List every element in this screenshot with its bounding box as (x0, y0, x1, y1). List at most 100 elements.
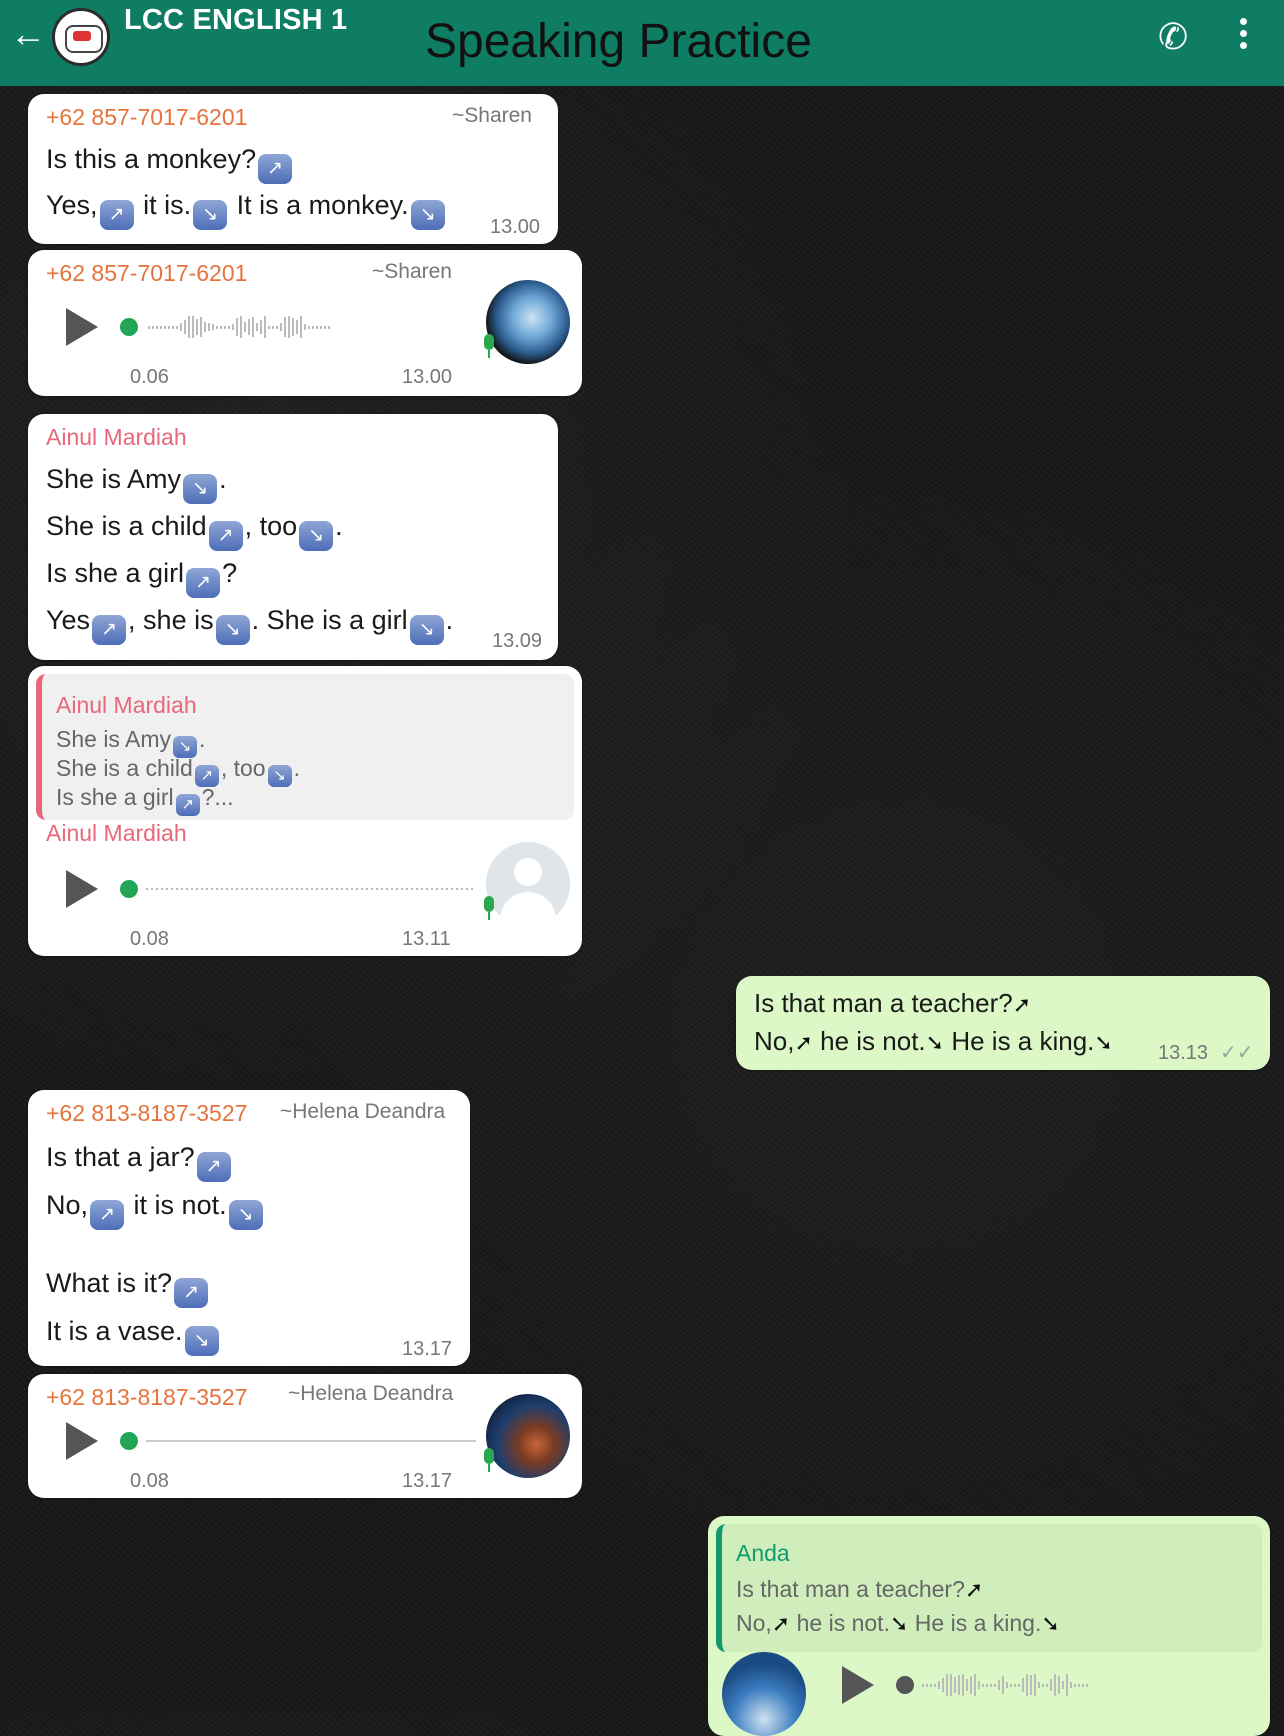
outgoing-message-bubble[interactable]: Is that man a teacher?➚ No,➚ he is not.➘… (736, 976, 1270, 1070)
falling-arrow-icon: ➘ (1041, 1611, 1060, 1636)
audio-track[interactable] (146, 1440, 476, 1442)
voice-message-bubble[interactable]: +62 813-8187-3527 ~Helena Deandra 0.08 1… (28, 1374, 582, 1498)
rising-intonation-icon: ↗ (92, 615, 127, 645)
sender-alias: ~Sharen (452, 104, 532, 127)
play-icon[interactable] (66, 308, 98, 346)
quoted-message[interactable]: Anda Is that man a teacher?➚ No,➚ he is … (716, 1524, 1262, 1652)
falling-intonation-icon: ↘ (228, 1200, 263, 1230)
playback-position-dot[interactable] (120, 318, 138, 336)
sender-number[interactable]: +62 857-7017-6201 (46, 260, 247, 287)
message-text: Is she a girl ↗? (46, 558, 237, 598)
rising-arrow-icon: ➚ (1012, 992, 1032, 1017)
rising-arrow-icon: ➚ (964, 1577, 984, 1602)
message-text: Is that man a teacher?➚ (754, 988, 1032, 1018)
falling-intonation-icon: ↘ (267, 765, 292, 787)
group-name[interactable]: LCC ENGLISH 1 (124, 4, 347, 37)
quoted-text: She is a child ↗, too ↘. (56, 755, 300, 787)
message-text: Is that a jar? ↗ (46, 1142, 233, 1182)
message-text: She is a child ↗, too ↘. (46, 511, 343, 551)
sender-alias: ~Helena Deandra (288, 1382, 454, 1405)
sender-alias: ~Sharen (372, 260, 452, 283)
outgoing-voice-message-bubble[interactable]: Anda Is that man a teacher?➚ No,➚ he is … (708, 1516, 1270, 1736)
sender-number[interactable]: +62 813-8187-3527 (46, 1100, 247, 1127)
falling-intonation-icon: ↘ (184, 1326, 219, 1356)
message-bubble[interactable]: Ainul Mardiah She is Amy ↘. She is a chil… (28, 414, 558, 660)
falling-arrow-icon: ➘ (1094, 1030, 1113, 1055)
message-time: 13.13 (1158, 1042, 1209, 1064)
quoted-sender: Ainul Mardiah (56, 692, 197, 718)
rising-intonation-icon: ↗ (99, 200, 134, 230)
message-time: 13.17 (402, 1470, 453, 1492)
audio-track[interactable] (146, 888, 476, 890)
more-vert-icon[interactable] (1240, 18, 1248, 54)
message-time: 13.17 (402, 1338, 453, 1360)
rising-intonation-icon: ↗ (186, 568, 221, 598)
message-text: She is Amy ↘. (46, 464, 227, 504)
playback-position-dot[interactable] (896, 1676, 914, 1694)
back-arrow-icon[interactable]: ← (10, 16, 46, 52)
rising-intonation-icon: ↗ (196, 1152, 231, 1182)
sender-name[interactable]: Ainul Mardiah (46, 424, 187, 451)
my-avatar[interactable] (722, 1652, 806, 1736)
play-icon[interactable] (66, 870, 98, 908)
falling-intonation-icon: ↘ (215, 615, 250, 645)
group-avatar[interactable] (52, 8, 110, 66)
sender-name[interactable]: Ainul Mardiah (46, 820, 187, 847)
falling-intonation-icon: ↘ (183, 474, 218, 504)
message-text: Yes ↗, she is ↘. She is a girl ↘. (46, 605, 453, 645)
message-text: No, ↗ it is not. ↘ (46, 1190, 265, 1230)
message-bubble[interactable]: +62 857-7017-6201 ~Sharen Is this a monk… (28, 94, 558, 244)
falling-intonation-icon: ↘ (410, 200, 445, 230)
falling-intonation-icon: ↘ (409, 615, 444, 645)
message-time: 13.09 (492, 630, 543, 652)
sender-avatar[interactable] (486, 1394, 570, 1478)
page-title: Speaking Practice (425, 15, 812, 68)
microphone-icon (484, 1448, 494, 1472)
sender-avatar[interactable] (486, 280, 570, 364)
quoted-text: She is Amy ↘. (56, 726, 205, 758)
voice-duration: 0.06 (130, 366, 169, 388)
message-time: 13.00 (490, 216, 541, 238)
rising-intonation-icon: ↗ (258, 154, 293, 184)
quoted-text: Is that man a teacher?➚ (736, 1576, 984, 1602)
rising-intonation-icon: ↗ (208, 521, 243, 551)
voice-message-bubble[interactable]: +62 857-7017-6201 ~Sharen 0.06 13.00 (28, 250, 582, 396)
falling-intonation-icon: ↘ (193, 200, 228, 230)
quoted-message[interactable]: Ainul Mardiah She is Amy ↘. She is a chil… (36, 674, 574, 820)
add-call-icon[interactable]: ✆ (1158, 16, 1188, 58)
message-text: No,➚ he is not.➘ He is a king.➘ (754, 1026, 1113, 1056)
playback-position-dot[interactable] (120, 880, 138, 898)
rising-arrow-icon: ➚ (771, 1611, 791, 1636)
voice-duration: 0.08 (130, 928, 169, 950)
default-avatar-icon[interactable] (486, 842, 570, 926)
message-bubble[interactable]: +62 813-8187-3527 ~Helena Deandra Is tha… (28, 1090, 470, 1366)
audio-waveform[interactable] (148, 314, 330, 340)
audio-waveform[interactable] (922, 1672, 1088, 1698)
rising-intonation-icon: ↗ (90, 1200, 125, 1230)
falling-arrow-icon: ➘ (925, 1030, 945, 1055)
microphone-icon (484, 334, 494, 358)
playback-position-dot[interactable] (120, 1432, 138, 1450)
play-icon[interactable] (66, 1422, 98, 1460)
sender-number[interactable]: +62 857-7017-6201 (46, 104, 247, 131)
play-icon[interactable] (842, 1666, 874, 1704)
quoted-text: No,➚ he is not.➘ He is a king.➘ (736, 1610, 1060, 1636)
falling-intonation-icon: ↘ (299, 521, 334, 551)
rising-intonation-icon: ↗ (174, 1278, 209, 1308)
chat-header: ← LCC ENGLISH 1 Speaking Practice ✆ (0, 0, 1284, 86)
falling-arrow-icon: ➘ (889, 1611, 909, 1636)
sender-alias: ~Helena Deandra (280, 1100, 446, 1123)
message-time: 13.00 (402, 366, 453, 388)
voice-message-bubble[interactable]: Ainul Mardiah She is Amy ↘. She is a chil… (28, 666, 582, 956)
message-text: Yes, ↗ it is. ↘ It is a monkey. ↘ (46, 190, 447, 230)
quoted-sender: Anda (736, 1540, 790, 1566)
quoted-text: Is she a girl ↗?... (56, 784, 234, 816)
message-time: 13.11 (402, 928, 451, 950)
message-text: What is it? ↗ (46, 1268, 210, 1308)
double-check-icon: ✓✓ (1220, 1042, 1254, 1064)
message-text: Is this a monkey? ↗ (46, 144, 294, 184)
rising-intonation-icon: ↗ (175, 794, 200, 816)
sender-number[interactable]: +62 813-8187-3527 (46, 1384, 247, 1411)
voice-duration: 0.08 (130, 1470, 169, 1492)
microphone-icon (484, 896, 494, 920)
